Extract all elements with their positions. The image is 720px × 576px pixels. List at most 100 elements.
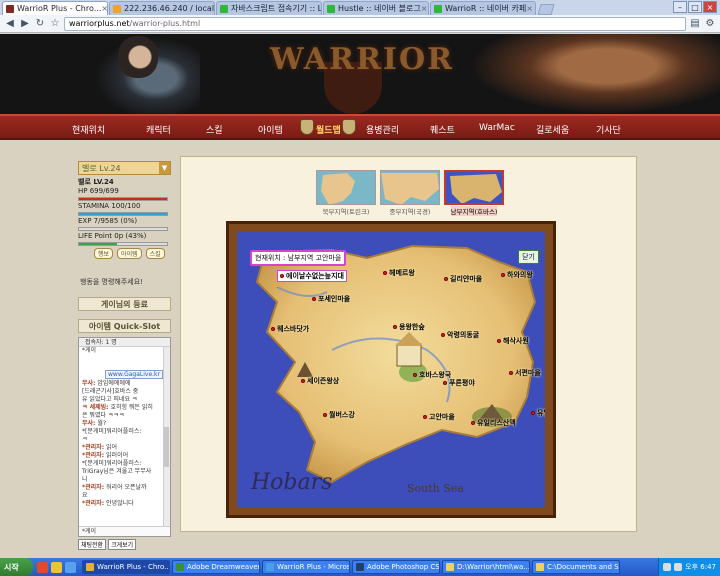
chat-message: TriGray님은 겨울고 무무사 <box>79 468 170 476</box>
clock: 오후 6:47 <box>685 563 716 571</box>
place-marker[interactable]: 하와의왕 <box>501 270 533 280</box>
start-button[interactable]: 시작 <box>0 558 33 576</box>
task-chrome[interactable]: WarrioR Plus - Chro... <box>82 560 170 574</box>
quicklaunch-icon[interactable] <box>65 561 76 573</box>
chat-text: 니 <box>82 476 88 483</box>
place-marker[interactable]: 길리얀마을 <box>444 274 482 284</box>
skill-button[interactable]: 스킬 <box>145 248 165 259</box>
chat-text: 암임에에에에 <box>97 380 131 387</box>
chat-text: 호히힝 뭐든 읽히 <box>110 404 153 411</box>
reload-icon[interactable]: ↻ <box>34 18 46 30</box>
task-label: D:\Warrior\html\wa... <box>457 563 530 571</box>
tab-warrior-plus[interactable]: WarrioR Plus - Chro... × <box>2 1 108 15</box>
chat-scrollbar[interactable] <box>163 347 170 536</box>
menu-item-character[interactable]: 캐릭터 <box>146 123 171 136</box>
site-logo[interactable]: WARRIOR <box>270 42 454 77</box>
tab-javascript[interactable]: 자바스크립트 접속기기 :: L...× <box>216 1 322 15</box>
menu-item-item[interactable]: 아이템 <box>258 123 283 136</box>
phpmyadmin-icon <box>113 4 121 13</box>
menu-item-worldmap[interactable]: 월드맵 <box>316 123 341 136</box>
quicklaunch-icon[interactable] <box>51 561 62 573</box>
tray-icon[interactable] <box>674 563 683 571</box>
scroll-thumb[interactable] <box>164 427 169 467</box>
chat-switch-button[interactable]: 채팅전환 <box>78 539 107 550</box>
place-name: 포세인마을 <box>318 295 351 303</box>
address-bar[interactable]: warriorplus.net/warrior-plus.html <box>64 16 686 31</box>
chat-text: 읽러이어 <box>106 452 129 459</box>
menu-item-quest[interactable]: 퀘스트 <box>430 123 455 136</box>
place-marker[interactable]: 해삭사원 <box>497 336 529 346</box>
place-dot-icon <box>501 273 505 277</box>
place-marker[interactable]: 푸른평야 <box>443 378 475 388</box>
task-folder-warrior[interactable]: D:\Warrior\html\wa... <box>442 560 530 574</box>
menu-item-colosseum[interactable]: 길로세움 <box>536 123 569 136</box>
task-label: Adobe Photoshop CS3 <box>367 563 440 571</box>
menu-item-mercenary[interactable]: 용병관리 <box>366 123 399 136</box>
gagalive-link[interactable]: www.GagaLive.kr <box>105 370 163 379</box>
menu-item-knights[interactable]: 기사단 <box>596 123 621 136</box>
chat-sender: ㅋ 세제빙: <box>82 404 109 411</box>
task-ie[interactable]: WarrioR Plus - Microsoft... <box>262 560 350 574</box>
place-marker[interactable]: 월버스강 <box>323 410 355 420</box>
task-dreamweaver[interactable]: Adobe Dreamweaver C... <box>172 560 260 574</box>
place-marker[interactable]: 헤메르왕 <box>383 268 415 278</box>
close-window-button[interactable]: × <box>703 1 717 13</box>
tab-hustle[interactable]: Hustle :: 네이버 블로그 × <box>323 1 429 15</box>
place-marker[interactable]: 에이날수없는늪지대 <box>277 270 347 282</box>
menu-item-warmac[interactable]: WarMac <box>479 123 515 133</box>
windows-taskbar: 시작 WarrioR Plus - Chro... Adobe Dreamwea… <box>0 558 720 576</box>
place-marker[interactable]: 서편마을 <box>509 368 541 378</box>
menu-item-location[interactable]: 현재위치 <box>72 123 105 136</box>
task-photoshop[interactable]: Adobe Photoshop CS3 <box>352 560 440 574</box>
chat-sender: *관리자: <box>82 444 105 451</box>
chat-input[interactable]: *게이 <box>79 526 170 536</box>
chat-enlarge-button[interactable]: 크게보기 <box>108 539 137 550</box>
sidebar: 벨로 Lv.24 ▼ 벨로 LV.24 HP 699/699 STAMINA 10… <box>78 161 171 556</box>
browser-tab-strip: WarrioR Plus - Chro... × 222.236.46.240 /… <box>0 0 720 15</box>
item-button[interactable]: 아이템 <box>117 248 142 259</box>
back-icon[interactable]: ◀ <box>4 18 16 30</box>
place-marker[interactable]: 세이즌왕상 <box>301 376 339 386</box>
place-marker[interactable]: 웨스바닷가 <box>271 324 309 334</box>
chat-message: *[분게미]워리어플러스: <box>79 460 170 468</box>
character-select[interactable]: 벨로 Lv.24 ▼ <box>78 161 171 175</box>
chat-message: *[분게미]워리어플러스: <box>79 428 170 436</box>
region-south[interactable]: 남부지역(호바스) <box>444 170 504 216</box>
place-marker[interactable]: 악령의동굴 <box>441 330 479 340</box>
place-marker[interactable]: 유일리스산맥 <box>471 418 516 428</box>
tab-phpmyadmin[interactable]: 222.236.46.240 / localhost / ...× <box>109 1 215 15</box>
place-dot-icon <box>413 373 417 377</box>
world-map[interactable]: 현재위치 : 남부지역 고안마을 닫기 에이날수없는늪지대 헤메르왕 길리얀마을… <box>237 232 545 507</box>
action-button[interactable]: 행보 <box>94 248 114 259</box>
quicklaunch-icon[interactable] <box>37 561 48 573</box>
place-marker[interactable]: 포세인마을 <box>312 294 350 304</box>
current-location: 현재위치 : 남부지역 고안마을 <box>250 250 347 266</box>
chat-text: ㅋ <box>82 436 88 443</box>
maximize-button[interactable]: □ <box>688 1 702 13</box>
place-marker[interactable]: 유일리스광산 <box>531 408 545 418</box>
close-icon[interactable]: × <box>526 4 533 13</box>
place-marker[interactable]: 고안마을 <box>423 412 455 422</box>
map-close-button[interactable]: 닫기 <box>518 250 539 264</box>
star-icon[interactable]: ☆ <box>49 18 61 30</box>
place-marker[interactable]: 용왕한숲 <box>393 322 425 332</box>
place-dot-icon <box>509 371 513 375</box>
minimize-button[interactable]: – <box>673 1 687 13</box>
region-central[interactable]: 중부지역(국경) <box>380 170 440 216</box>
close-icon[interactable]: × <box>421 4 428 13</box>
tab-warrior-cafe[interactable]: WarrioR :: 네이버 카페 × <box>430 1 536 15</box>
close-icon[interactable]: × <box>101 4 107 13</box>
naver-icon <box>327 4 335 13</box>
chat-message: *관리자: 읽어 <box>79 444 170 452</box>
new-tab-button[interactable] <box>537 4 555 15</box>
page-menu-icon[interactable]: ▤ <box>689 18 701 30</box>
wrench-icon[interactable]: ⚙ <box>704 18 716 30</box>
task-folder-documents[interactable]: C:\Documents and Set... <box>532 560 620 574</box>
region-north[interactable]: 북부지역(토린크) <box>316 170 376 216</box>
quickslot-header[interactable]: 아이템 Quick-Slot <box>78 319 171 333</box>
tray-icon[interactable] <box>663 563 672 571</box>
forward-icon[interactable]: ▶ <box>19 18 31 30</box>
place-name: 서편마을 <box>515 369 541 377</box>
rank-header[interactable]: 게이님의 등료 <box>78 297 171 311</box>
menu-item-skill[interactable]: 스킬 <box>206 123 223 136</box>
